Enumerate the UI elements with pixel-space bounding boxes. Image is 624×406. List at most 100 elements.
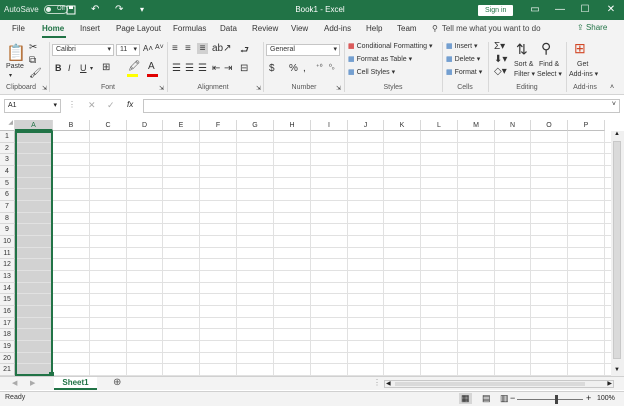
align-left-icon[interactable]: ☰ <box>172 63 181 74</box>
column-header-m[interactable]: M <box>458 120 495 131</box>
copy-icon[interactable]: ⧉ <box>29 55 36 66</box>
worksheet-grid[interactable]: ◢ A B C D E F G H I J K L M N O P 1 2 3 4 5 6 7 8 9 10 11 12 13 14 15 1… <box>0 120 624 377</box>
row-header-1[interactable]: 1 <box>0 131 15 143</box>
vertical-scrollbar[interactable]: ▲ ▼ <box>611 131 624 376</box>
sort-filter-label-2[interactable]: Filter ▾ <box>514 70 535 78</box>
find-select-label-1[interactable]: Find & <box>539 61 559 68</box>
column-header-d[interactable]: D <box>127 120 163 131</box>
bold-button[interactable]: B <box>55 63 62 73</box>
page-break-view-icon[interactable]: ▥ <box>500 393 509 404</box>
row-header-12[interactable]: 12 <box>0 259 15 271</box>
conditional-formatting-button[interactable]: ▦ Conditional Formatting ▾ <box>348 42 432 50</box>
customize-qat-icon[interactable]: ▾ <box>140 0 144 20</box>
borders-icon[interactable]: ⊞ <box>102 62 110 73</box>
increase-font-icon[interactable]: A˄ <box>143 44 153 53</box>
row-header-18[interactable]: 18 <box>0 329 15 341</box>
row-header-6[interactable]: 6 <box>0 189 15 201</box>
undo-icon[interactable]: ↶ <box>91 0 99 20</box>
autosave-toggle[interactable]: AutoSave Off <box>4 0 68 20</box>
paste-button[interactable]: Paste <box>6 63 24 70</box>
row-header-9[interactable]: 9 <box>0 224 15 236</box>
decrease-font-icon[interactable]: A˅ <box>155 44 164 51</box>
column-header-l[interactable]: L <box>421 120 458 131</box>
tab-page-layout[interactable]: Page Layout <box>116 24 161 33</box>
align-center-icon[interactable]: ☰ <box>185 63 194 74</box>
currency-button[interactable]: $ <box>269 63 275 74</box>
add-sheet-icon[interactable]: ⊕ <box>113 377 121 388</box>
bottom-align-icon[interactable]: ≡ <box>197 43 208 54</box>
format-as-table-button[interactable]: ▦ Format as Table ▾ <box>348 55 412 63</box>
formula-input[interactable]: ˅ <box>143 99 620 113</box>
share-button[interactable]: ⇪ Share <box>577 23 607 32</box>
row-header-7[interactable]: 7 <box>0 200 15 213</box>
find-select-icon[interactable]: ⚲ <box>541 40 551 57</box>
enter-icon[interactable]: ✓ <box>107 100 115 111</box>
scroll-down-icon[interactable]: ▼ <box>614 367 620 373</box>
horizontal-scroll-thumb[interactable] <box>395 382 585 386</box>
tab-split-handle[interactable]: ⋮ <box>373 378 381 387</box>
tab-add-ins[interactable]: Add-ins <box>324 24 351 33</box>
wrap-text-icon[interactable]: ⮐ <box>240 43 249 60</box>
close-button[interactable]: ✕ <box>598 0 624 20</box>
column-header-f[interactable]: F <box>200 120 237 131</box>
select-all-corner[interactable]: ◢ <box>0 120 15 131</box>
column-header-o[interactable]: O <box>531 120 568 131</box>
ribbon-display-icon[interactable]: ▭ <box>522 0 548 20</box>
delete-cells-button[interactable]: ▦ Delete ▾ <box>446 55 480 63</box>
clipboard-launcher-icon[interactable]: ⇲ <box>42 85 47 92</box>
alignment-launcher-icon[interactable]: ⇲ <box>256 85 261 92</box>
minimize-button[interactable]: — <box>547 0 573 20</box>
sort-filter-icon[interactable]: ⇅ <box>516 41 528 58</box>
column-header-c[interactable]: C <box>90 120 127 131</box>
number-format-box[interactable]: General ▾ <box>266 44 340 56</box>
middle-align-icon[interactable]: ≡ <box>185 43 191 54</box>
chevron-down-icon[interactable]: ▾ <box>90 65 93 72</box>
column-header-j[interactable]: J <box>348 120 384 131</box>
column-header-k[interactable]: K <box>384 120 421 131</box>
redo-icon[interactable]: ↷ <box>115 0 123 20</box>
find-select-label-2[interactable]: Select ▾ <box>537 70 562 78</box>
column-header-i[interactable]: I <box>311 120 348 131</box>
row-header-11[interactable]: 11 <box>0 247 15 260</box>
comma-button[interactable]: , <box>303 63 306 74</box>
normal-view-icon[interactable]: ▦ <box>459 393 472 404</box>
tab-file[interactable]: File <box>12 24 25 33</box>
row-header-19[interactable]: 19 <box>0 340 15 353</box>
sort-filter-label-1[interactable]: Sort & <box>514 61 533 68</box>
tab-help[interactable]: Help <box>366 24 382 33</box>
clear-icon[interactable]: ◇▾ <box>494 66 507 77</box>
underline-button[interactable]: U <box>80 63 87 73</box>
zoom-slider[interactable] <box>517 399 583 400</box>
tab-formulas[interactable]: Formulas <box>173 24 206 33</box>
align-right-icon[interactable]: ☰ <box>198 63 207 74</box>
tell-me-search[interactable]: ⚲ Tell me what you want to do <box>432 24 541 33</box>
save-icon[interactable] <box>66 0 76 20</box>
zoom-out-icon[interactable]: − <box>510 393 515 403</box>
row-header-14[interactable]: 14 <box>0 282 15 295</box>
merge-center-icon[interactable]: ⊟ <box>240 63 248 74</box>
vertical-scroll-thumb[interactable] <box>613 141 621 359</box>
tab-team[interactable]: Team <box>397 24 417 33</box>
zoom-level[interactable]: 100% <box>597 395 615 402</box>
font-size-box[interactable]: 11 ▾ <box>116 44 140 56</box>
row-header-16[interactable]: 16 <box>0 305 15 318</box>
row-header-8[interactable]: 8 <box>0 212 15 225</box>
page-layout-view-icon[interactable]: ▤ <box>482 393 491 404</box>
paste-icon[interactable]: 📋 <box>6 43 26 63</box>
sheet-tab-sheet1[interactable]: Sheet1 <box>54 377 97 390</box>
autosum-icon[interactable]: Σ▾ <box>494 41 505 52</box>
row-header-15[interactable]: 15 <box>0 294 15 306</box>
sign-in-button[interactable]: Sign in <box>478 5 514 16</box>
font-launcher-icon[interactable]: ⇲ <box>159 85 164 92</box>
row-header-10[interactable]: 10 <box>0 235 15 248</box>
row-header-13[interactable]: 13 <box>0 270 15 283</box>
font-color-icon[interactable]: A <box>148 61 155 72</box>
row-header-4[interactable]: 4 <box>0 165 15 178</box>
fill-color-icon[interactable]: 🖍 <box>128 61 141 72</box>
tab-review[interactable]: Review <box>252 24 278 33</box>
maximize-button[interactable]: ☐ <box>572 0 598 20</box>
column-header-e[interactable]: E <box>163 120 200 131</box>
row-header-3[interactable]: 3 <box>0 154 15 166</box>
increase-decimal-icon[interactable]: ⁺⁰ <box>316 63 323 71</box>
tab-home[interactable]: Home <box>42 24 64 33</box>
